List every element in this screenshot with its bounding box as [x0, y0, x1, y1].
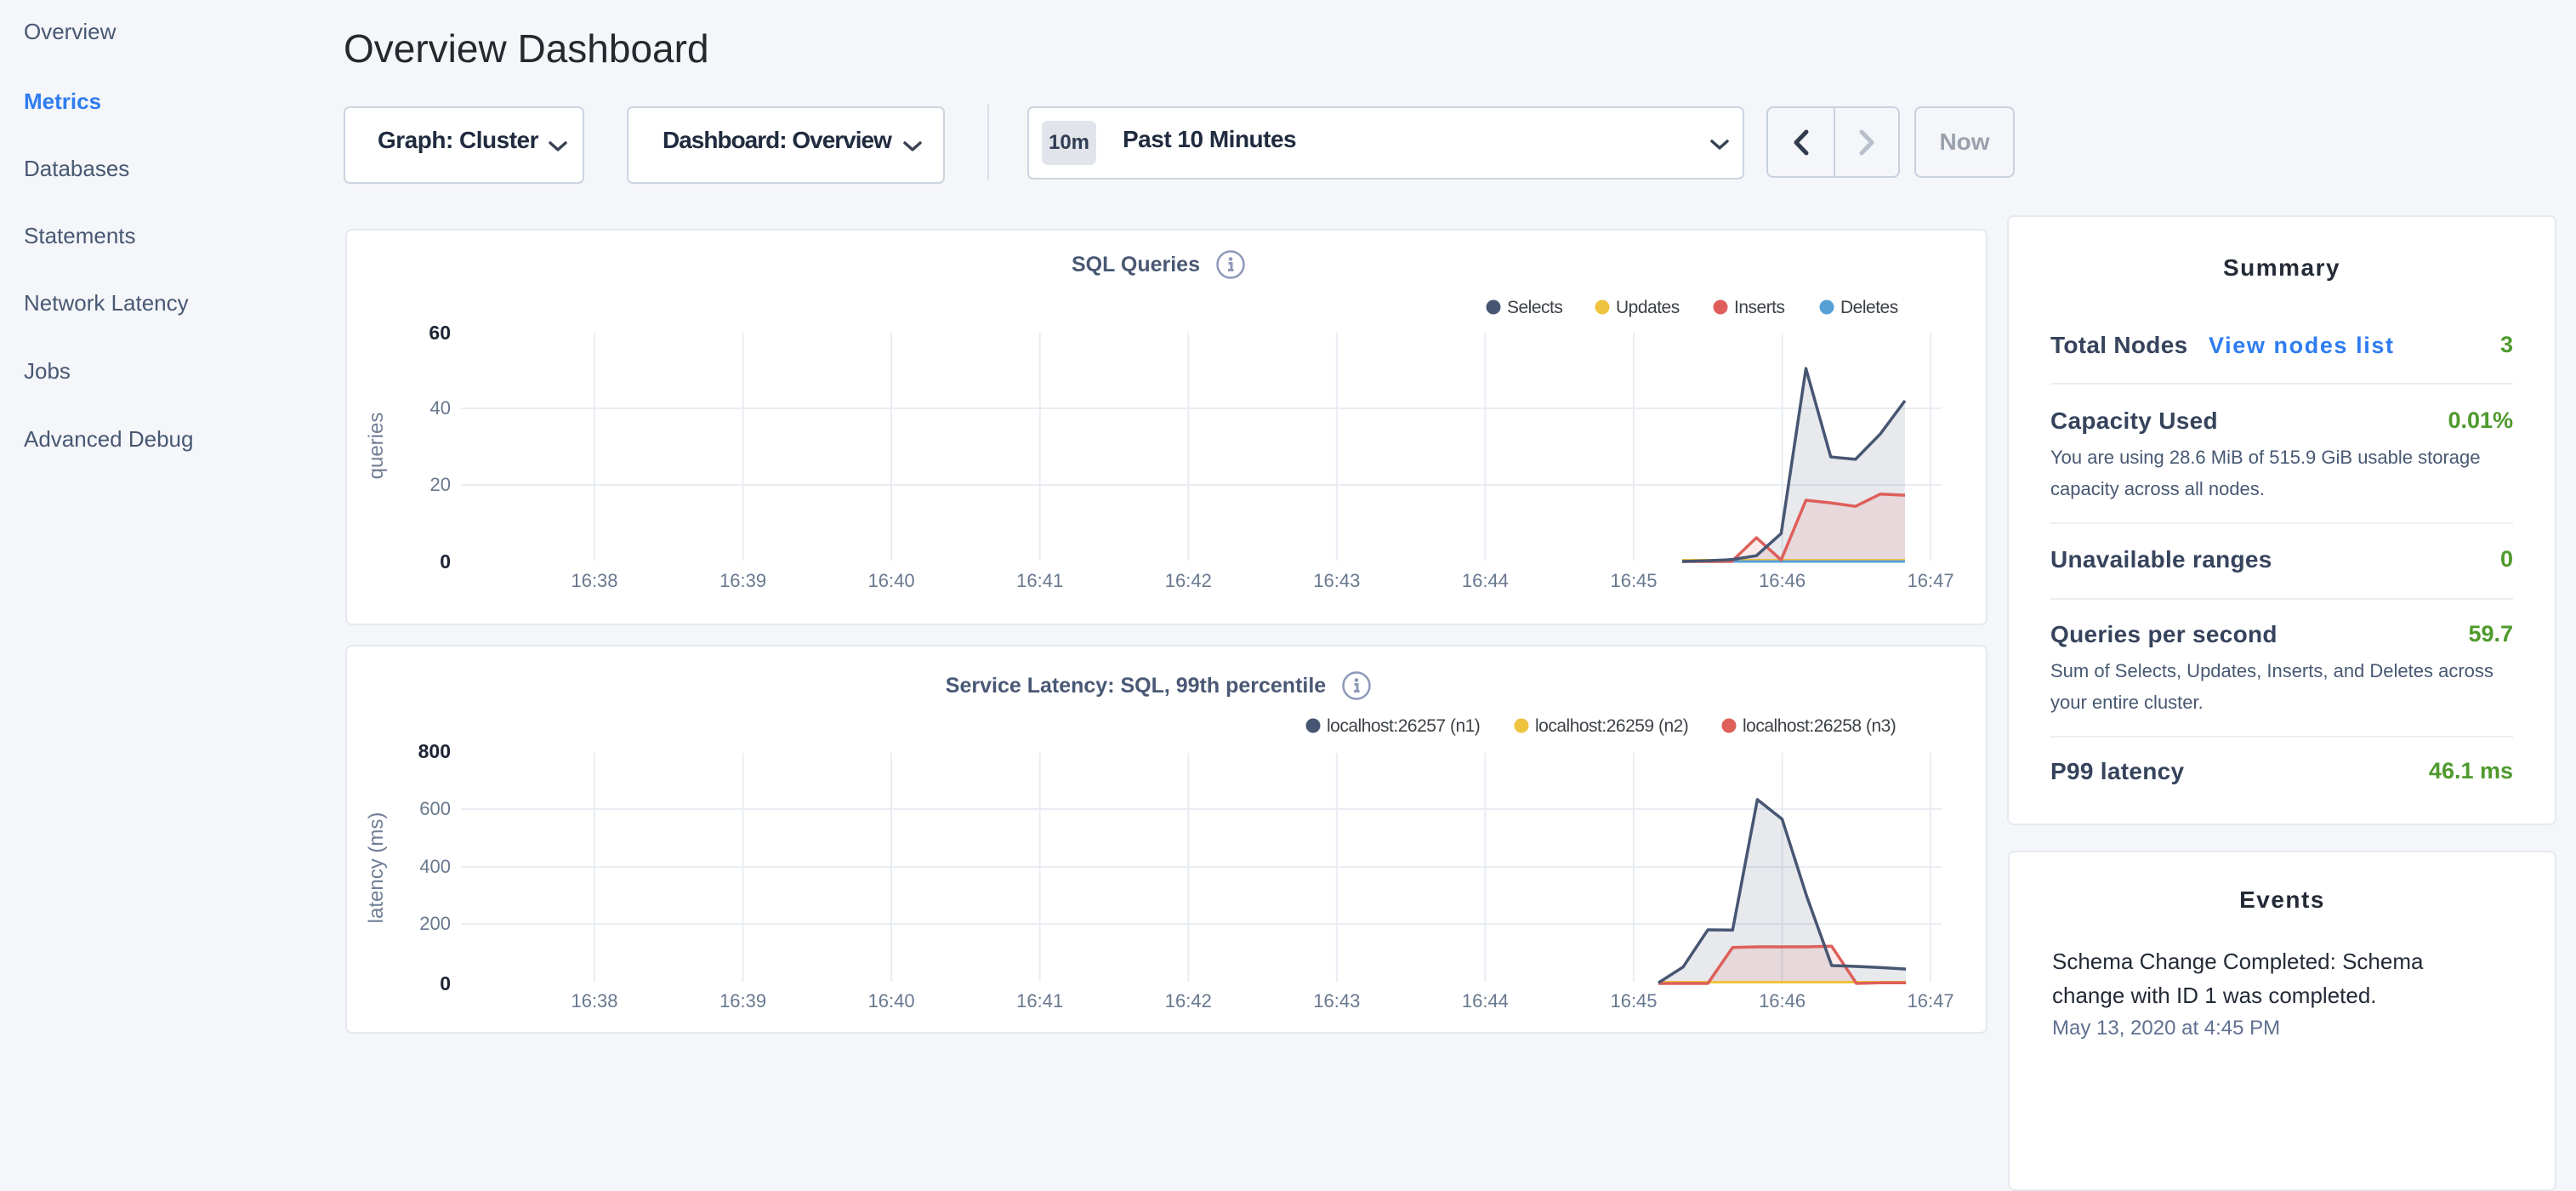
- svg-text:localhost:26258 (n3): localhost:26258 (n3): [1743, 716, 1896, 736]
- svg-text:20: 20: [430, 474, 451, 495]
- svg-text:16:38: 16:38: [571, 570, 617, 591]
- svg-text:16:44: 16:44: [1462, 990, 1509, 1011]
- svg-text:16:46: 16:46: [1759, 570, 1805, 591]
- svg-text:16:41: 16:41: [1016, 990, 1063, 1011]
- svg-text:40: 40: [430, 397, 451, 419]
- svg-text:latency (ms): latency (ms): [365, 812, 388, 924]
- svg-text:16:42: 16:42: [1165, 990, 1212, 1011]
- svg-text:16:45: 16:45: [1610, 570, 1657, 591]
- svg-text:localhost:26259 (n2): localhost:26259 (n2): [1535, 716, 1688, 736]
- svg-text:Deletes: Deletes: [1840, 298, 1898, 317]
- svg-text:16:43: 16:43: [1313, 990, 1360, 1011]
- svg-text:16:39: 16:39: [719, 570, 766, 591]
- svg-text:queries: queries: [365, 413, 388, 480]
- svg-text:16:40: 16:40: [868, 990, 915, 1011]
- svg-text:0: 0: [440, 972, 451, 994]
- svg-text:16:44: 16:44: [1462, 570, 1509, 591]
- svg-text:16:45: 16:45: [1610, 990, 1657, 1011]
- svg-text:16:42: 16:42: [1165, 570, 1212, 591]
- svg-text:Updates: Updates: [1616, 298, 1680, 317]
- svg-text:16:39: 16:39: [719, 990, 766, 1011]
- svg-text:0: 0: [440, 550, 451, 573]
- svg-text:60: 60: [429, 322, 451, 344]
- svg-text:localhost:26257 (n1): localhost:26257 (n1): [1327, 716, 1480, 736]
- svg-text:800: 800: [418, 740, 451, 762]
- svg-text:Inserts: Inserts: [1734, 298, 1785, 317]
- svg-text:16:47: 16:47: [1908, 990, 1954, 1011]
- svg-text:400: 400: [419, 856, 451, 877]
- svg-text:200: 200: [419, 913, 451, 934]
- svg-text:16:43: 16:43: [1313, 570, 1360, 591]
- svg-text:600: 600: [419, 798, 451, 819]
- svg-text:16:38: 16:38: [571, 990, 617, 1011]
- svg-text:16:47: 16:47: [1908, 570, 1954, 591]
- svg-text:16:46: 16:46: [1759, 990, 1805, 1011]
- svg-text:Selects: Selects: [1507, 298, 1562, 317]
- svg-text:16:40: 16:40: [868, 570, 915, 591]
- svg-text:16:41: 16:41: [1016, 570, 1063, 591]
